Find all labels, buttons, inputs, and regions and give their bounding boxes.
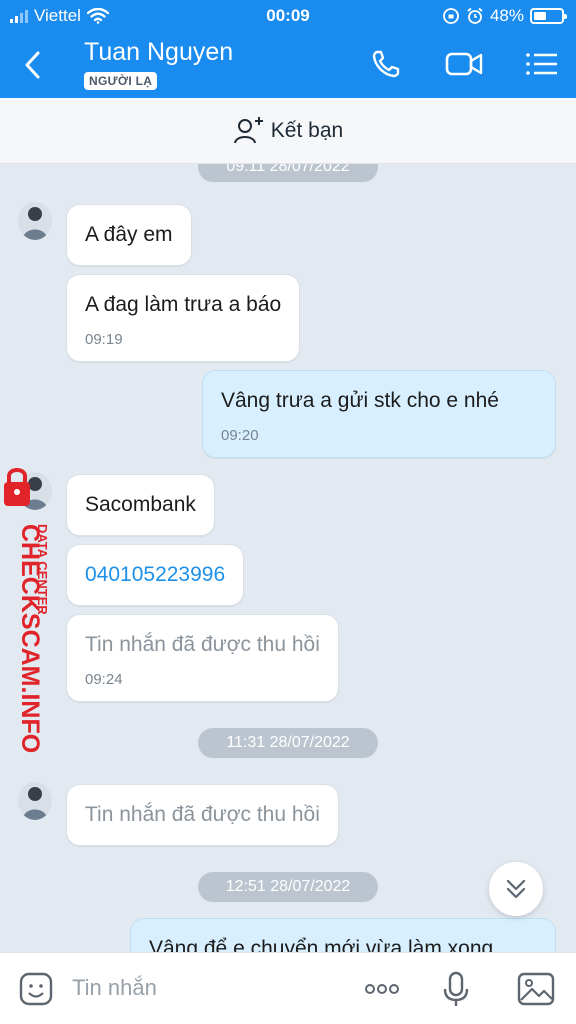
back-arrow-icon[interactable]	[18, 48, 48, 82]
message-bubble[interactable]: Vâng trưa a gửi stk cho e nhé 09:20	[202, 370, 556, 458]
header-bar: Viettel 00:09 48% Tuan Nguyen NGƯỜI LẠ	[0, 0, 576, 98]
microphone-icon[interactable]	[436, 969, 476, 1009]
message-input-bar: Tin nhắn	[0, 952, 576, 1024]
image-picker-icon[interactable]	[516, 969, 556, 1009]
add-friend-button[interactable]: Kết bạn	[0, 98, 576, 164]
chat-area[interactable]: 09:11 28/07/2022 A đây em A đag làm trưa…	[0, 164, 576, 952]
add-friend-label: Kết bạn	[270, 118, 344, 142]
message-bubble[interactable]: Vâng để e chuyển mới vừa làm xong	[130, 918, 556, 952]
message-input[interactable]: Tin nhắn	[72, 975, 157, 1001]
message-time: 09:20	[221, 427, 259, 444]
battery-percent: 48%	[489, 6, 524, 25]
avatar[interactable]	[18, 782, 52, 820]
timestamp-divider: 11:31 28/07/2022	[0, 728, 576, 758]
video-call-icon[interactable]	[444, 46, 484, 82]
phone-call-icon[interactable]	[368, 46, 408, 82]
account-number-link[interactable]: 040105223996	[66, 544, 245, 606]
menu-list-icon[interactable]	[522, 46, 562, 82]
message-bubble[interactable]: A đag làm trưa a báo 09:19	[66, 274, 301, 362]
recalled-message-bubble[interactable]: Tin nhắn đã được thu hồi	[66, 784, 339, 846]
avatar[interactable]	[18, 202, 52, 240]
orientation-lock-icon	[443, 8, 459, 24]
message-bubble[interactable]: A đây em	[66, 204, 192, 266]
status-bar: Viettel 00:09 48%	[0, 0, 576, 32]
timestamp-divider: 09:11 28/07/2022	[0, 164, 576, 182]
message-time: 09:24	[85, 671, 123, 688]
more-options-icon[interactable]	[362, 969, 402, 1009]
message-time: 09:19	[85, 331, 123, 348]
alarm-icon	[467, 7, 483, 24]
contact-name[interactable]: Tuan Nguyen	[84, 38, 233, 67]
svg-text:DATA CENTER: DATA CENTER	[35, 524, 50, 615]
add-user-icon	[233, 116, 263, 143]
stranger-badge: NGƯỜI LẠ	[84, 72, 158, 90]
sticker-icon[interactable]	[16, 969, 56, 1009]
scroll-to-bottom-button[interactable]	[489, 862, 543, 916]
battery-icon	[530, 8, 567, 24]
message-bubble[interactable]: Sacombank	[66, 474, 215, 536]
checkscam-watermark: CHECKSCAM.INFO DATA CENTER	[4, 468, 50, 753]
recalled-message-bubble[interactable]: Tin nhắn đã được thu hồi 09:24	[66, 614, 339, 702]
